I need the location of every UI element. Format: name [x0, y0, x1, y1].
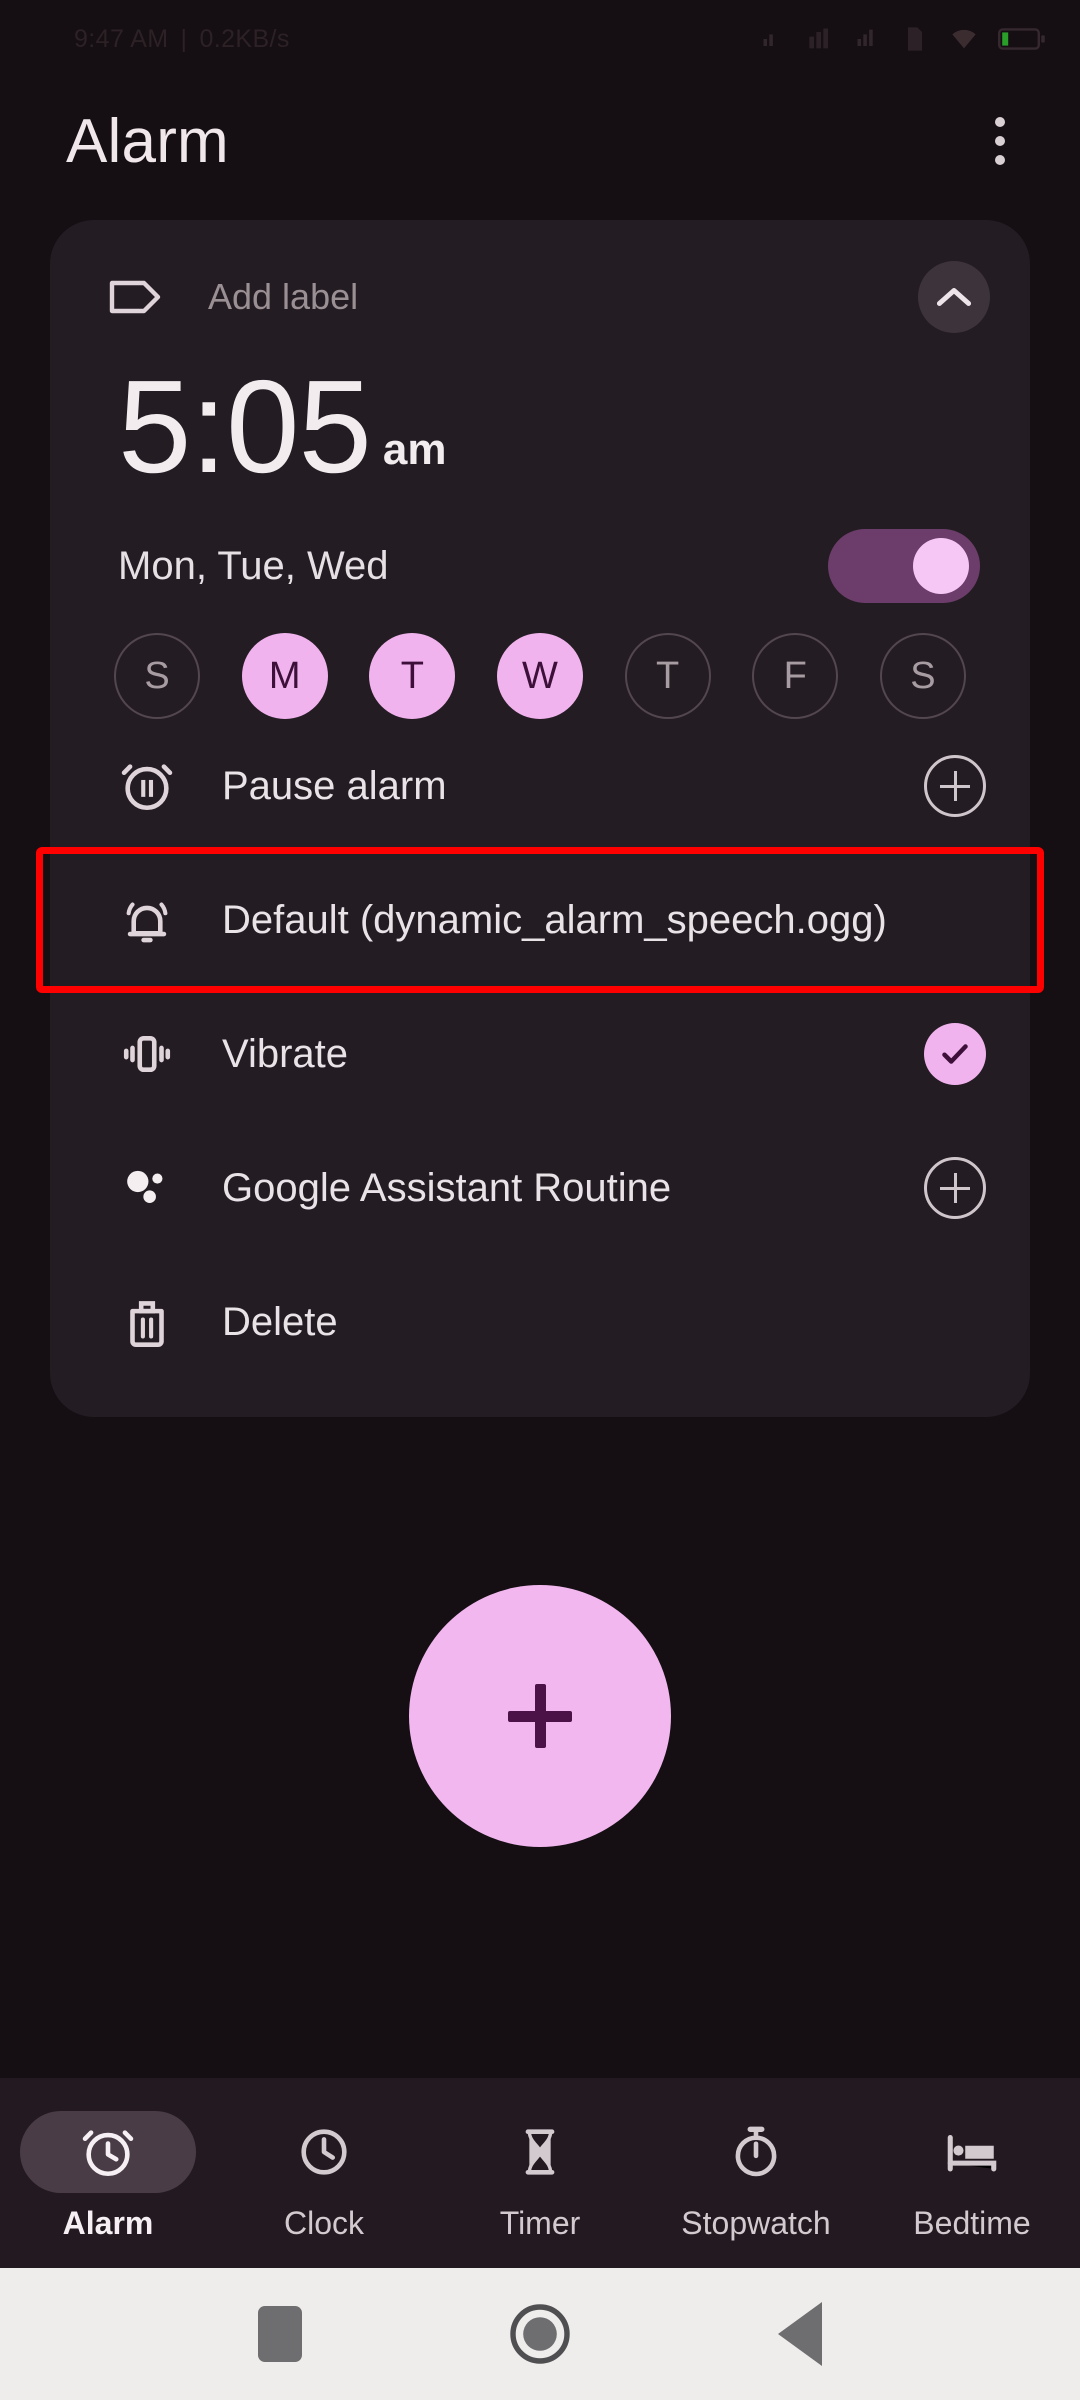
page-title: Alarm — [66, 106, 229, 176]
delete-label: Delete — [222, 1299, 338, 1344]
check-icon — [942, 1044, 968, 1065]
clock-icon — [301, 2128, 347, 2175]
vibrate-checkbox[interactable] — [924, 1023, 986, 1086]
ringtone-row-wrapper: Default (dynamic_alarm_speech.ogg) — [36, 847, 1044, 994]
ringtone-row[interactable]: Default (dynamic_alarm_speech.ogg) — [50, 853, 1030, 987]
battery-icon — [998, 28, 1045, 50]
alarm-pause-icon — [118, 757, 184, 815]
phone-screen: 9:47 AM | 0.2KB/s Alarm Add label 5:05 a… — [0, 0, 1080, 2400]
day-of-week-selector: S M T W T F S — [50, 603, 1030, 720]
dot-icon — [995, 155, 1005, 165]
alarm-ampm: am — [382, 425, 447, 475]
overflow-menu-button[interactable] — [964, 105, 1036, 177]
alarm-days-summary-row: Mon, Tue, Wed — [50, 495, 1030, 604]
signal-icon — [763, 34, 773, 46]
nav-pill-bedtime — [884, 2111, 1060, 2193]
day-dot-friday[interactable]: F — [752, 633, 839, 720]
nav-label-clock: Clock — [283, 2204, 364, 2241]
vibrate-label: Vibrate — [222, 1031, 349, 1076]
nav-label-bedtime: Bedtime — [913, 2204, 1031, 2241]
assistant-routine-add-button[interactable] — [924, 1157, 986, 1220]
dot-icon — [995, 117, 1005, 127]
back-button[interactable] — [740, 2274, 860, 2394]
home-button[interactable] — [480, 2274, 600, 2394]
nav-pill-alarm — [20, 2110, 196, 2193]
stopwatch-icon — [735, 2126, 777, 2176]
nav-label-stopwatch: Stopwatch — [681, 2204, 831, 2241]
google-assistant-icon — [118, 1159, 184, 1217]
nav-tab-stopwatch[interactable]: Stopwatch — [648, 2111, 864, 2242]
nav-pill-clock — [236, 2111, 412, 2193]
pause-alarm-label: Pause alarm — [222, 763, 447, 808]
alarm-time[interactable]: 5:05 — [118, 360, 372, 492]
wifi-icon — [952, 29, 976, 49]
status-bar-right — [759, 25, 1046, 53]
nav-pill-stopwatch — [668, 2111, 844, 2193]
hourglass-icon — [525, 2128, 555, 2175]
nav-pill-timer — [452, 2111, 628, 2193]
label-tag-icon — [108, 277, 166, 317]
square-icon — [258, 2306, 302, 2362]
alarm-card-container: Add label 5:05 am Mon, Tue, Wed S M T W … — [0, 204, 1080, 1418]
status-time: 9:47 AM — [74, 24, 169, 53]
delete-row[interactable]: Delete — [50, 1255, 1030, 1389]
nav-label-timer: Timer — [499, 2204, 581, 2241]
status-network-speed: 0.2KB/s — [199, 24, 290, 53]
status-bar-left: 9:47 AM | 0.2KB/s — [74, 25, 290, 54]
status-separator: | — [180, 24, 188, 53]
ringtone-name: Default (dynamic_alarm_speech.ogg) — [222, 897, 887, 942]
bell-ringtone-icon — [118, 891, 184, 949]
nav-tab-alarm[interactable]: Alarm — [0, 2110, 216, 2242]
alarm-days-summary: Mon, Tue, Wed — [118, 543, 389, 588]
signal-2-icon — [857, 29, 873, 46]
pause-alarm-add-button[interactable] — [924, 755, 986, 818]
assistant-routine-row[interactable]: Google Assistant Routine — [50, 1121, 1030, 1255]
toggle-knob — [913, 538, 969, 595]
recents-button[interactable] — [220, 2274, 340, 2394]
collapse-alarm-button[interactable] — [918, 261, 990, 333]
day-dot-wednesday[interactable]: W — [496, 633, 583, 720]
circle-icon — [510, 2304, 570, 2364]
nav-tab-bedtime[interactable]: Bedtime — [864, 2111, 1080, 2242]
plus-icon-vertical — [534, 1684, 546, 1749]
status-bar: 9:47 AM | 0.2KB/s — [0, 0, 1080, 78]
mobile-data-icon — [809, 28, 828, 49]
content-empty-area — [0, 1417, 1080, 2078]
day-dot-sunday[interactable]: S — [114, 633, 200, 720]
alarm-time-row[interactable]: 5:05 am — [50, 340, 1030, 495]
dot-icon — [995, 136, 1005, 146]
system-navigation-bar — [0, 2268, 1080, 2400]
alarm-card: Add label 5:05 am Mon, Tue, Wed S M T W … — [36, 220, 1044, 1418]
day-dot-tuesday[interactable]: T — [369, 633, 456, 720]
day-dot-monday[interactable]: M — [241, 633, 328, 720]
nav-tab-timer[interactable]: Timer — [432, 2111, 648, 2242]
day-dot-thursday[interactable]: T — [624, 633, 711, 720]
app-bar: Alarm — [0, 78, 1080, 204]
alarm-label-placeholder[interactable]: Add label — [208, 276, 918, 318]
alarm-clock-icon — [82, 2129, 134, 2176]
nav-tab-clock[interactable]: Clock — [216, 2111, 432, 2242]
alarm-label-row[interactable]: Add label — [50, 254, 1030, 340]
assistant-routine-label: Google Assistant Routine — [222, 1165, 672, 1210]
alarm-enable-toggle[interactable] — [828, 529, 980, 604]
bottom-navigation: Alarm Clock Timer Stopwatch Bedtime — [0, 2078, 1080, 2268]
vibration-icon — [118, 1025, 184, 1083]
chevron-up-icon — [936, 288, 972, 306]
vibrate-row[interactable]: Vibrate — [50, 987, 1030, 1121]
trash-icon — [118, 1293, 184, 1351]
pause-alarm-row[interactable]: Pause alarm — [50, 719, 1030, 853]
bed-icon — [947, 2134, 997, 2171]
triangle-left-icon — [778, 2302, 822, 2366]
add-alarm-fab[interactable] — [409, 1585, 671, 1848]
nav-label-alarm: Alarm — [62, 2204, 154, 2241]
day-dot-saturday[interactable]: S — [879, 633, 966, 720]
sim-icon — [908, 27, 922, 51]
